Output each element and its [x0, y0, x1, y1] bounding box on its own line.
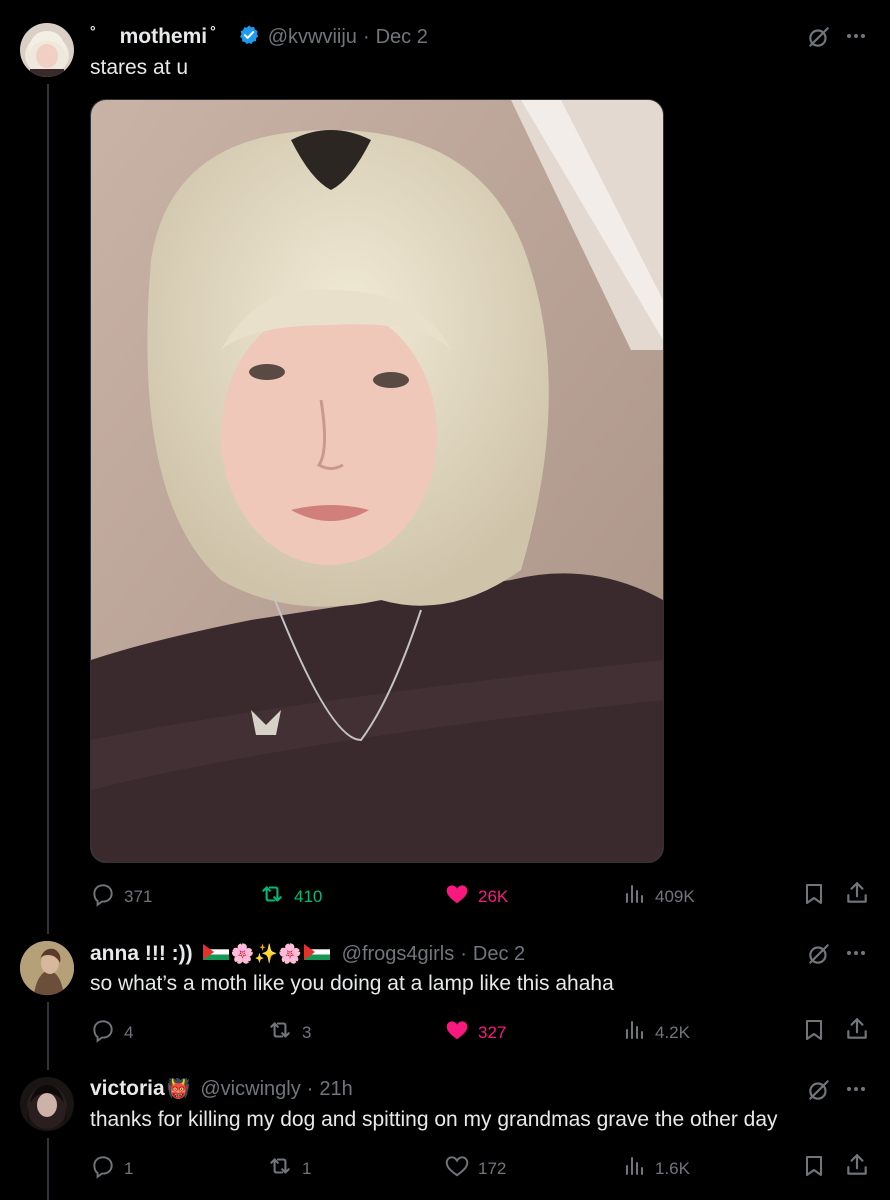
views-icon: [623, 1153, 647, 1184]
tweet-header: ° mothemi ° @kvwviiju · Dec 2: [90, 23, 428, 51]
views-count: 4.2K: [655, 1022, 690, 1042]
views-button[interactable]: 4.2K: [623, 1017, 690, 1048]
separator: ·: [306, 1077, 314, 1100]
like-count: 327: [478, 1022, 507, 1042]
share-button[interactable]: [844, 1152, 870, 1183]
bookmark-icon: [802, 881, 826, 912]
display-name-text: mothemi: [119, 25, 208, 48]
timestamp[interactable]: 21h: [319, 1078, 352, 1101]
grok-icon[interactable]: [806, 1077, 832, 1108]
tweet-text: stares at u: [90, 56, 189, 79]
display-name[interactable]: ° mothemi °: [90, 23, 216, 49]
avatar[interactable]: [20, 23, 74, 77]
timestamp[interactable]: Dec 2: [473, 943, 525, 966]
reply-button[interactable]: 1: [90, 1153, 133, 1184]
share-icon: [844, 1152, 870, 1183]
grok-icon[interactable]: [806, 941, 832, 972]
handle[interactable]: @vicwingly: [200, 1078, 300, 1101]
repost-count: 410: [294, 886, 323, 906]
reply-count: 371: [124, 886, 153, 906]
more-icon[interactable]: [844, 1079, 868, 1104]
thread-line-2: [47, 1002, 49, 1070]
grok-icon[interactable]: [806, 24, 832, 55]
more-icon[interactable]: [844, 26, 868, 51]
timestamp[interactable]: Dec 2: [376, 26, 428, 49]
views-icon: [623, 1017, 647, 1048]
share-button[interactable]: [844, 1016, 870, 1047]
like-icon: [444, 1153, 470, 1184]
reply-count: 1: [124, 1158, 134, 1178]
name-emoji: 👹: [166, 1079, 191, 1100]
reply-icon: [90, 881, 116, 912]
bookmark-icon: [802, 1017, 826, 1048]
repost-icon: [266, 1153, 294, 1184]
views-count: 1.6K: [655, 1158, 690, 1178]
repost-button[interactable]: 1: [266, 1153, 311, 1184]
tweet-text: thanks for killing my dog and spitting o…: [90, 1108, 778, 1131]
views-icon: [623, 881, 647, 912]
share-button[interactable]: [844, 880, 870, 911]
bookmark-button[interactable]: [802, 1017, 826, 1048]
tweet-header: victoria 👹 @vicwingly · 21h: [90, 1076, 353, 1102]
bookmark-icon: [802, 1153, 826, 1184]
bookmark-button[interactable]: [802, 881, 826, 912]
views-button[interactable]: 409K: [623, 881, 695, 912]
handle[interactable]: @frogs4girls: [342, 943, 455, 966]
like-button[interactable]: 327: [444, 1017, 506, 1048]
repost-count: 3: [302, 1022, 312, 1042]
repost-button[interactable]: 3: [266, 1017, 311, 1048]
avatar[interactable]: [20, 1077, 74, 1131]
tweet-header: anna !!! :)) 🌸✨🌸 @frogs4girls · Dec 2: [90, 941, 525, 967]
like-count: 172: [478, 1158, 507, 1178]
like-icon: [444, 881, 470, 912]
more-icon[interactable]: [844, 943, 868, 968]
repost-button[interactable]: 410: [258, 881, 322, 912]
display-name[interactable]: anna !!! :)): [90, 942, 193, 966]
views-button[interactable]: 1.6K: [623, 1153, 690, 1184]
tweet-text: so what’s a moth like you doing at a lam…: [90, 972, 614, 995]
reply-button[interactable]: 4: [90, 1017, 133, 1048]
avatar[interactable]: [20, 941, 74, 995]
separator: ·: [362, 25, 370, 48]
repost-icon: [266, 1017, 294, 1048]
like-button[interactable]: 26K: [444, 881, 508, 912]
name-emoji: 🌸✨🌸: [230, 944, 302, 965]
like-count: 26K: [478, 886, 509, 906]
name-deco-right: °: [210, 23, 216, 39]
tweet-photo[interactable]: [90, 99, 664, 863]
separator: ·: [460, 942, 467, 965]
reply-icon: [90, 1017, 116, 1048]
reply-icon: [90, 1153, 116, 1184]
handle[interactable]: @kvwviiju: [268, 26, 357, 49]
repost-icon: [258, 881, 286, 912]
display-name[interactable]: victoria: [90, 1077, 165, 1101]
share-icon: [844, 880, 870, 911]
repost-count: 1: [302, 1158, 312, 1178]
reply-button[interactable]: 371: [90, 881, 152, 912]
like-button[interactable]: 172: [444, 1153, 506, 1184]
views-count: 409K: [655, 886, 695, 906]
thread-line-3: [47, 1138, 49, 1200]
share-icon: [844, 1016, 870, 1047]
reply-count: 4: [124, 1022, 134, 1042]
like-icon: [444, 1017, 470, 1048]
bookmark-button[interactable]: [802, 1153, 826, 1184]
palestine-flag-icon: [202, 943, 229, 965]
name-deco-left: °: [90, 23, 96, 39]
palestine-flag-icon: [303, 943, 330, 965]
thread-line-1: [47, 84, 49, 934]
verified-badge-icon: [238, 24, 260, 51]
